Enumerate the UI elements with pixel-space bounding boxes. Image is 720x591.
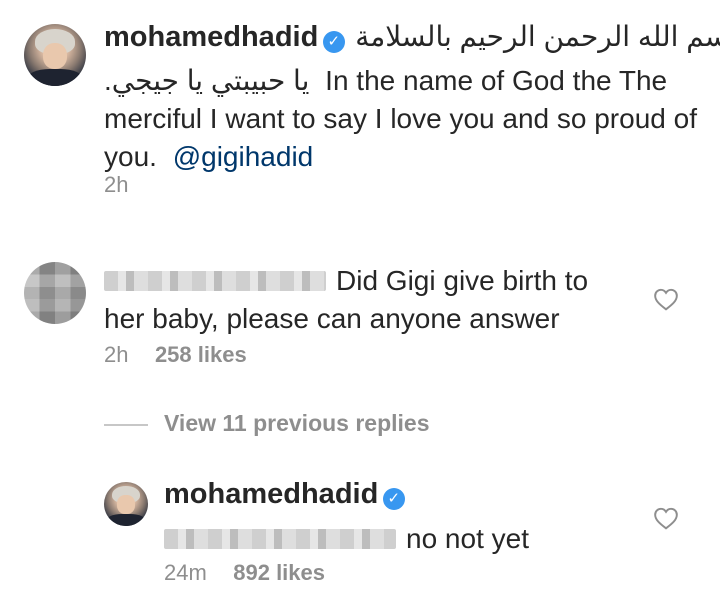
post-timestamp: 2h — [104, 172, 129, 197]
nested-reply-likes[interactable]: 892 likes — [233, 560, 325, 585]
avatar[interactable] — [24, 24, 86, 86]
nested-reply-username[interactable]: mohamedhadid — [164, 478, 378, 510]
post-caption: mohamedhadid ✓ بسم الله الرحمن الرحيم با… — [104, 18, 720, 176]
avatar-face — [117, 495, 135, 514]
post-text-line4: you. — [104, 141, 157, 172]
avatar-blurred[interactable] — [24, 262, 86, 324]
post-username[interactable]: mohamedhadid — [104, 21, 318, 53]
post-text-line3: merciful I want to say I love you and so… — [104, 103, 697, 134]
reply-text-line1: Did Gigi give birth to — [336, 265, 589, 296]
replies-divider-line — [104, 424, 148, 426]
post-text-line2: In the name of God the The — [325, 65, 668, 96]
heart-icon[interactable] — [653, 287, 679, 311]
view-previous-replies-button[interactable]: View 11 previous replies — [164, 410, 430, 437]
heart-icon[interactable] — [653, 506, 679, 530]
reply-text-line2: her baby, please can anyone answer — [104, 303, 560, 334]
nested-reply-comment: mohamedhadid ✓ no not yet — [164, 478, 644, 558]
nested-reply-meta: 24m 892 likes — [164, 560, 325, 586]
reply-meta: 2h 258 likes — [104, 342, 247, 368]
post-arabic-line1: بسم الله الرحمن الرحيم بالسلامة — [355, 21, 720, 52]
avatar-face — [42, 42, 68, 69]
redacted-mention — [164, 529, 396, 549]
verified-badge-icon: ✓ — [382, 487, 405, 510]
avatar-shirt — [106, 513, 146, 526]
avatar-shirt — [27, 68, 83, 86]
verified-badge-icon: ✓ — [322, 30, 345, 53]
reply-timestamp: 2h — [104, 342, 129, 367]
avatar[interactable] — [104, 482, 148, 526]
nested-reply-timestamp: 24m — [164, 560, 207, 585]
reply-likes[interactable]: 258 likes — [155, 342, 247, 367]
mention-link[interactable]: @gigihadid — [173, 141, 314, 172]
redacted-username — [104, 271, 326, 291]
post-arabic-line2: يا حبيبتي يا جيجي. — [104, 65, 310, 96]
reply-comment: Did Gigi give birth to her baby, please … — [104, 262, 644, 338]
nested-reply-text: no not yet — [406, 523, 529, 554]
